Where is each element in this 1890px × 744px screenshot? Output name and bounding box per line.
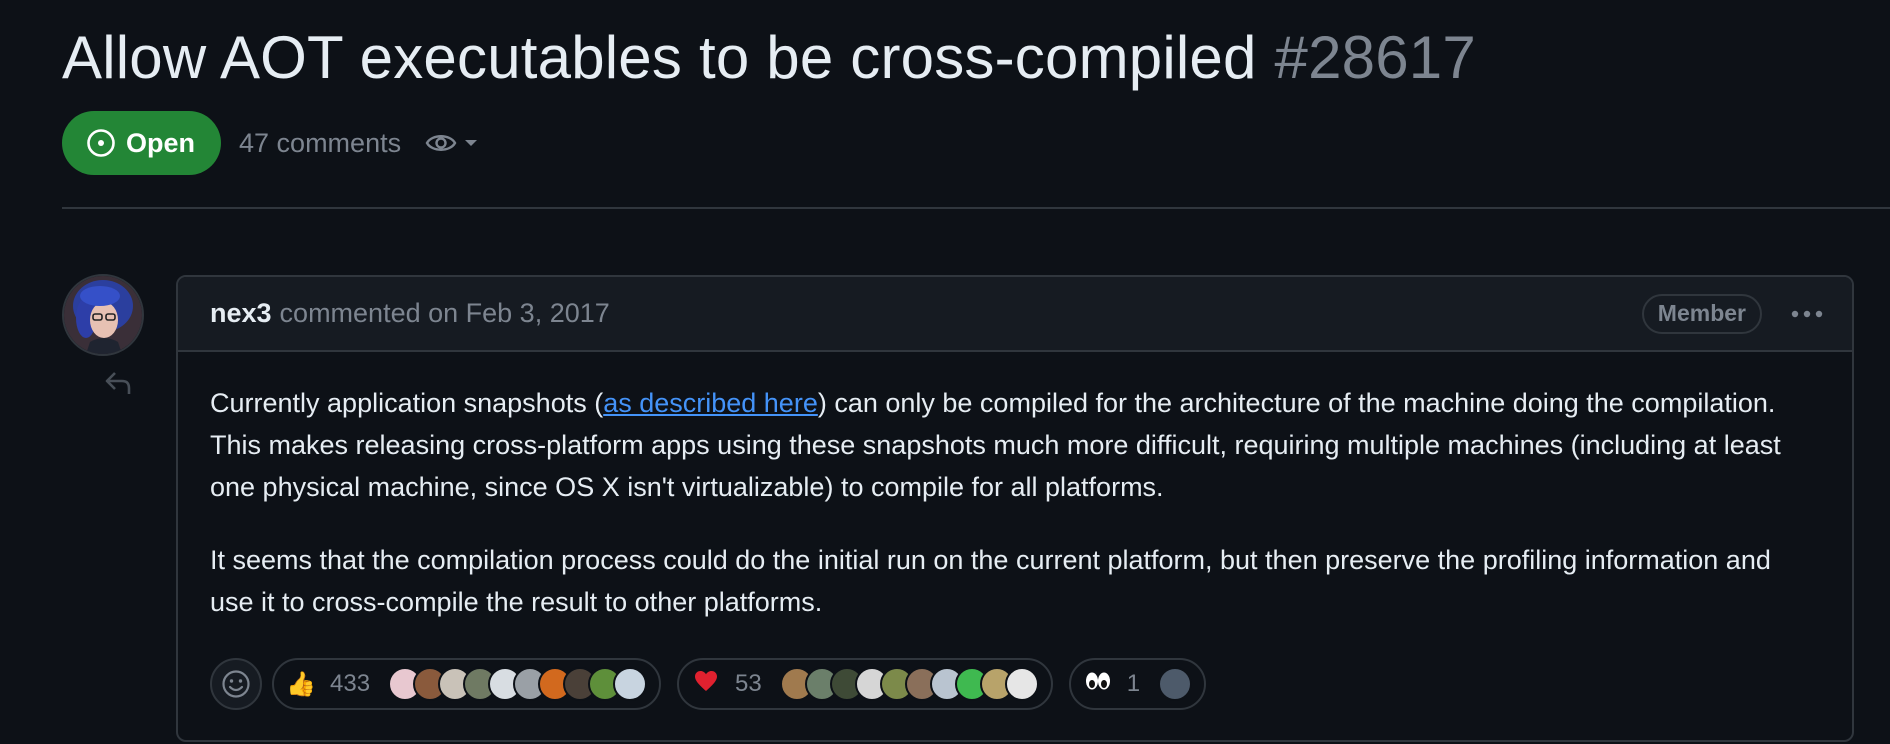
- issue-title: Allow AOT executables to be cross-compil…: [62, 24, 1257, 91]
- member-badge: Member: [1641, 293, 1762, 334]
- comments-count[interactable]: 47 comments: [239, 128, 401, 159]
- issue-title-row: Allow AOT executables to be cross-compil…: [62, 18, 1476, 98]
- eyes-reaction[interactable]: 1: [1068, 658, 1207, 710]
- reactor-avatar: [1004, 667, 1039, 701]
- comment-paragraph-2: It seems that the compilation process co…: [210, 545, 1771, 617]
- author-avatar[interactable]: [62, 274, 144, 356]
- kebab-horizontal-icon[interactable]: [1790, 309, 1824, 319]
- comment-paragraph-1: Currently application snapshots (as desc…: [210, 352, 1820, 508]
- smiley-icon: [222, 670, 250, 698]
- eye-icon: [425, 135, 457, 151]
- state-label: Open: [126, 127, 196, 158]
- header-divider: [62, 207, 1890, 209]
- thumbs-up-reaction[interactable]: 👍 433: [272, 658, 662, 710]
- comment-card: nex3 commented on Feb 3, 2017 Member Cur…: [176, 275, 1854, 742]
- reactions-bar: 👍 433 53 1: [210, 658, 1222, 710]
- comment-header: nex3 commented on Feb 3, 2017 Member: [178, 277, 1852, 352]
- reaction-count: 53: [735, 670, 762, 697]
- thumbs-up-icon: 👍: [286, 670, 316, 698]
- reactor-avatars: [1158, 667, 1193, 701]
- issue-number: #28617: [1274, 24, 1476, 91]
- comment-body: Currently application snapshots (as desc…: [178, 352, 1852, 623]
- reply-icon[interactable]: [104, 370, 132, 401]
- add-reaction-button[interactable]: [210, 658, 262, 710]
- reaction-count: 1: [1126, 670, 1141, 697]
- reaction-count: 433: [330, 670, 371, 697]
- paragraph-text: Currently application snapshots (: [210, 388, 604, 418]
- heart-reaction[interactable]: 53: [677, 658, 1053, 710]
- state-badge: Open: [62, 111, 222, 175]
- comment-author[interactable]: nex3: [210, 298, 272, 329]
- eyes-icon: [1083, 670, 1113, 699]
- reactor-avatar: [1158, 667, 1193, 701]
- comment-timestamp[interactable]: commented on Feb 3, 2017: [280, 298, 610, 329]
- chevron-down-icon: [465, 140, 478, 146]
- reactor-avatars: [388, 667, 648, 701]
- reactor-avatar: [613, 667, 648, 701]
- issue-meta-row: Open 47 comments: [62, 111, 479, 175]
- described-here-link[interactable]: as described here: [603, 388, 818, 418]
- reactor-avatars: [779, 667, 1039, 701]
- issue-opened-icon: [87, 129, 115, 157]
- heart-icon: [691, 670, 721, 699]
- avatar-image: [64, 276, 142, 354]
- watch-button[interactable]: [425, 131, 479, 155]
